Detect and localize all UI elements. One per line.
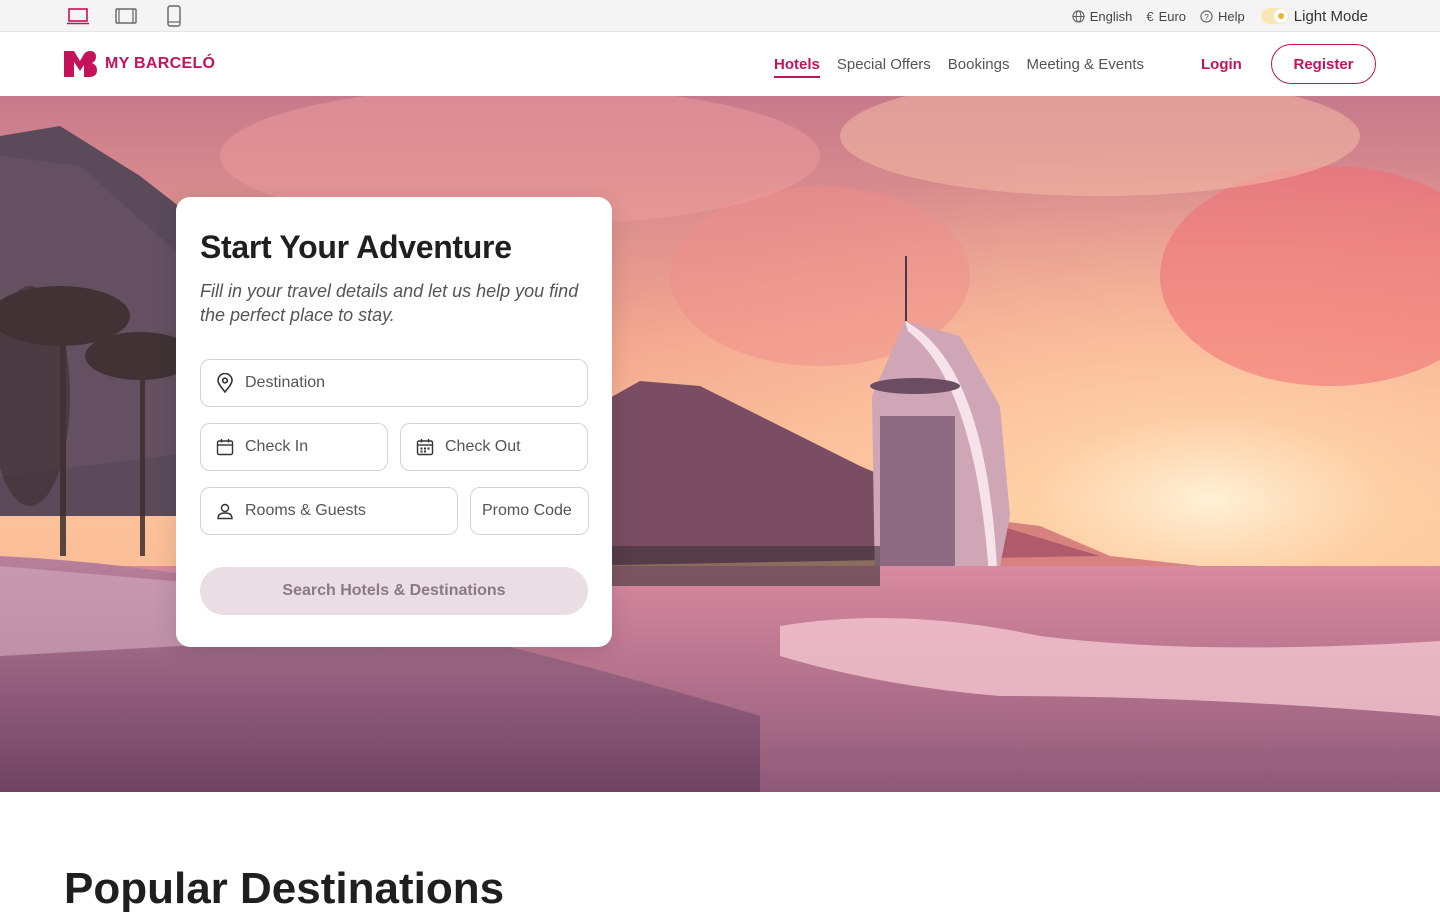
mobile-view-icon[interactable] <box>160 2 188 30</box>
currency-selector[interactable]: € Euro <box>1146 9 1186 24</box>
checkout-field[interactable]: Check Out <box>400 423 588 471</box>
rooms-guests-field[interactable]: Rooms & Guests <box>200 487 458 535</box>
device-switcher <box>64 0 188 32</box>
sun-icon <box>1277 13 1284 19</box>
utility-links: English € Euro ? Help Light Mode <box>1072 0 1368 32</box>
map-pin-icon <box>215 373 235 393</box>
light-mode-switch[interactable] <box>1260 8 1289 24</box>
mode-label: Light Mode <box>1293 7 1368 25</box>
destination-field[interactable]: Destination <box>200 359 588 407</box>
nav-link-bookings[interactable]: Bookings <box>948 50 1010 79</box>
search-card: Start Your Adventure Fill in your travel… <box>176 197 612 647</box>
help-label: Help <box>1218 8 1245 24</box>
currency-label: Euro <box>1158 8 1187 24</box>
brand-logo[interactable]: MY BARCELÓ <box>64 49 215 79</box>
svg-text:?: ? <box>1204 11 1209 21</box>
register-button[interactable]: Register <box>1271 44 1376 84</box>
search-card-subtitle: Fill in your travel details and let us h… <box>200 281 579 325</box>
popular-destinations-heading: Popular Destinations <box>64 864 505 913</box>
login-link[interactable]: Login <box>1201 32 1242 96</box>
search-hotels-button[interactable]: Search Hotels & Destinations <box>200 567 588 615</box>
checkin-placeholder: Check In <box>245 438 309 455</box>
tablet-view-icon[interactable] <box>112 2 140 30</box>
nav-link-special-offers[interactable]: Special Offers <box>837 50 931 79</box>
barcelo-logo-icon <box>64 51 97 77</box>
search-card-title: Start Your Adventure <box>200 229 512 265</box>
language-selector[interactable]: English <box>1072 8 1133 24</box>
globe-icon <box>1072 9 1085 23</box>
checkout-placeholder: Check Out <box>445 438 521 455</box>
main-nav: MY BARCELÓ Hotels Special Offers Booking… <box>0 32 1440 96</box>
calendar-grid-icon <box>415 437 435 457</box>
calendar-icon <box>215 437 235 457</box>
brand-name: MY BARCELÓ <box>105 55 216 72</box>
user-icon <box>215 501 235 521</box>
nav-menu: Hotels Special Offers Bookings Meeting &… <box>774 32 1144 96</box>
destination-placeholder: Destination <box>245 374 326 391</box>
help-link[interactable]: ? Help <box>1200 9 1245 24</box>
checkin-field[interactable]: Check In <box>200 423 388 471</box>
language-label: English <box>1089 8 1133 24</box>
help-icon: ? <box>1200 9 1213 23</box>
euro-icon: € <box>1146 8 1154 24</box>
rooms-guests-placeholder: Rooms & Guests <box>245 502 366 519</box>
top-utility-bar: English € Euro ? Help Light Mode <box>0 0 1440 32</box>
hero-banner: Start Your Adventure Fill in your travel… <box>0 96 1440 792</box>
promo-code-placeholder: Promo Code <box>482 502 572 519</box>
nav-link-meetings-events[interactable]: Meeting & Events <box>1027 50 1145 79</box>
nav-link-hotels[interactable]: Hotels <box>774 50 820 78</box>
promo-code-field[interactable]: Promo Code <box>470 487 589 535</box>
desktop-view-icon[interactable] <box>64 2 92 30</box>
mode-toggle[interactable]: Light Mode <box>1259 8 1368 25</box>
